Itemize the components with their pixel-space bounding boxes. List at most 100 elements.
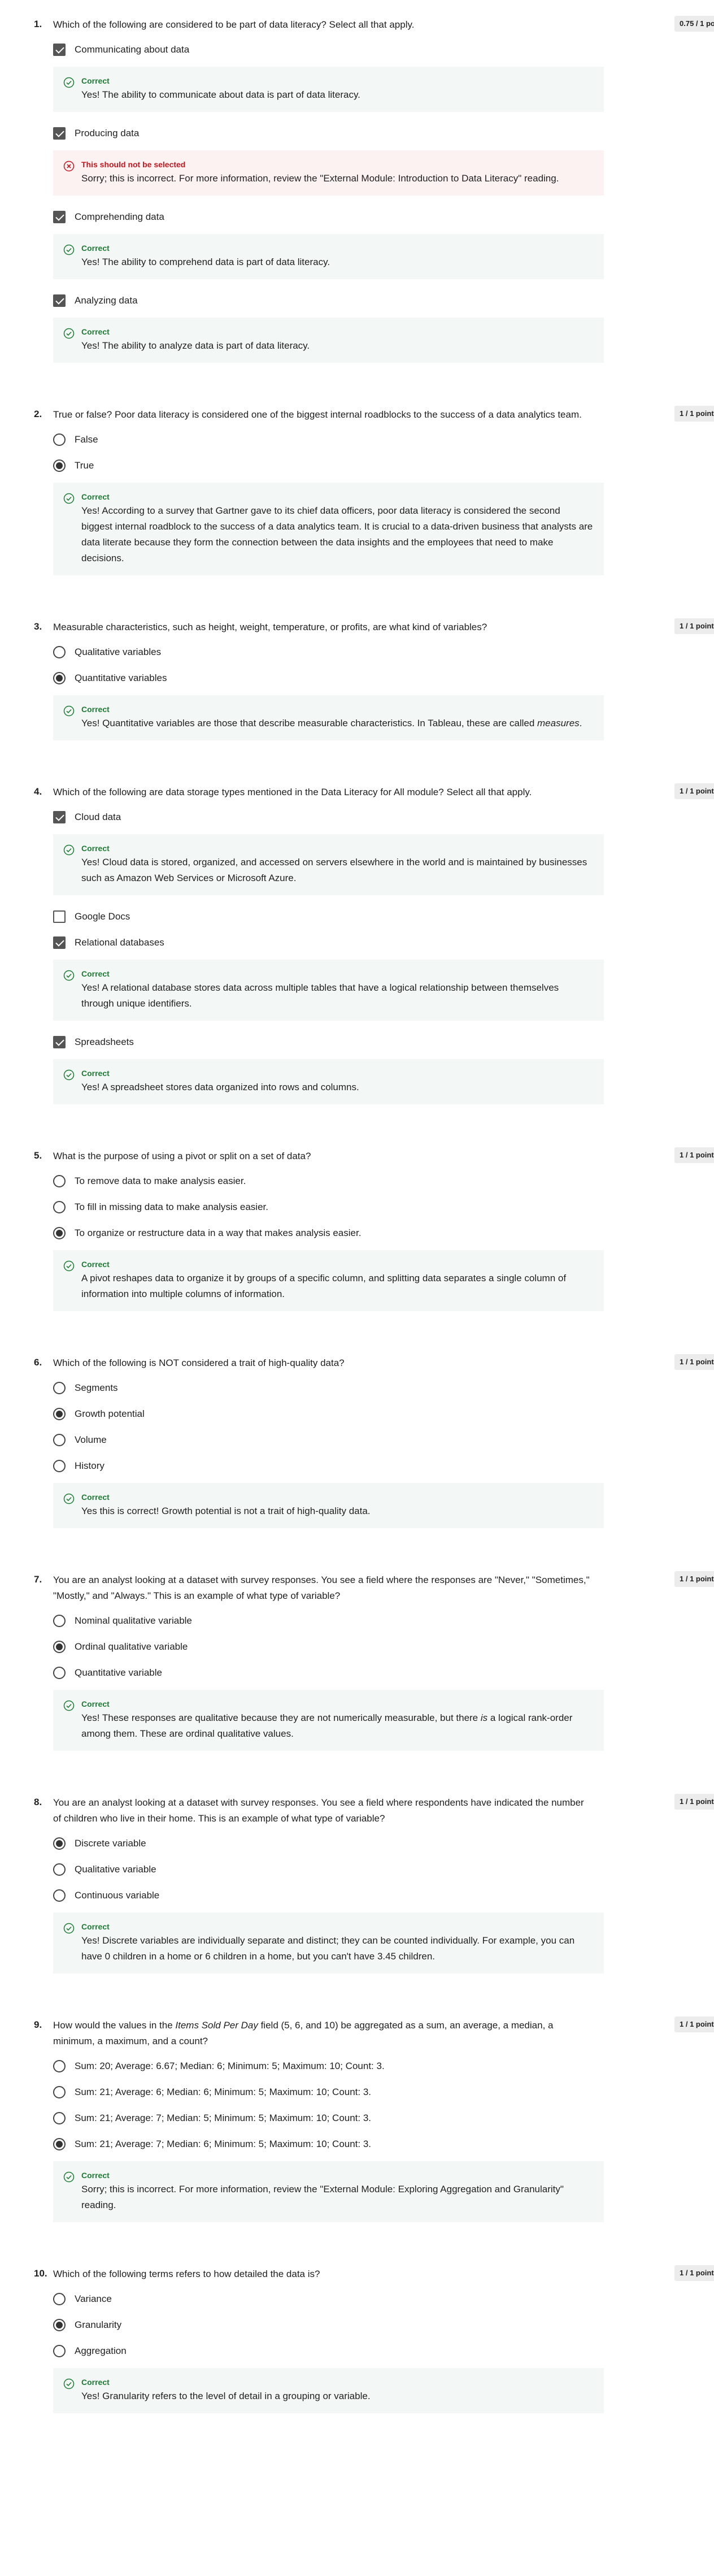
points-badge: 0.75 / 1 point bbox=[674, 16, 714, 32]
option-label: Sum: 21; Average: 7; Median: 5; Minimum:… bbox=[75, 2113, 372, 2123]
points-badge: 1 / 1 point bbox=[674, 1571, 714, 1587]
points-badge: 1 / 1 point bbox=[674, 783, 714, 799]
option-google-docs[interactable]: Google Docs bbox=[53, 908, 499, 926]
option-label: Comprehending data bbox=[75, 211, 164, 222]
option-label: Nominal qualitative variable bbox=[75, 1615, 192, 1626]
checkbox-checked[interactable] bbox=[53, 127, 66, 140]
question-number: 9. bbox=[34, 2019, 42, 2030]
option-discrete-variable[interactable]: Discrete variable bbox=[53, 1835, 499, 1853]
radio-button[interactable] bbox=[53, 1615, 66, 1627]
radio-button[interactable] bbox=[53, 1382, 66, 1394]
option-label: To fill in missing data to make analysis… bbox=[75, 1202, 268, 1212]
option-granularity[interactable]: Granularity bbox=[53, 2316, 499, 2334]
option-history[interactable]: History bbox=[53, 1457, 499, 1475]
option-growth-potential[interactable]: Growth potential bbox=[53, 1405, 499, 1423]
feedback-correct: Correct Yes! A spreadsheet stores data o… bbox=[53, 1059, 604, 1104]
question-7: 7. You are an analyst looking at a datas… bbox=[0, 1571, 714, 1751]
option-sum-20[interactable]: Sum: 20; Average: 6.67; Median: 6; Minim… bbox=[53, 2057, 499, 2075]
radio-button[interactable] bbox=[53, 1863, 66, 1876]
option-volume[interactable]: Volume bbox=[53, 1431, 499, 1449]
feedback-correct: Correct Yes! The ability to communicate … bbox=[53, 67, 604, 112]
option-segments[interactable]: Segments bbox=[53, 1379, 499, 1397]
feedback-text: Yes! A relational database stores data a… bbox=[81, 982, 559, 1009]
checkbox-checked[interactable] bbox=[53, 44, 66, 56]
check-circle-icon bbox=[63, 328, 75, 339]
option-qualitative-variables[interactable]: Qualitative variables bbox=[53, 643, 499, 661]
option-fill-missing-data[interactable]: To fill in missing data to make analysis… bbox=[53, 1198, 499, 1216]
checkbox-checked[interactable] bbox=[53, 811, 66, 823]
question-2: 2. True or false? Poor data literacy is … bbox=[0, 406, 714, 575]
option-spreadsheets[interactable]: Spreadsheets bbox=[53, 1033, 499, 1051]
option-label: Aggregation bbox=[75, 2345, 127, 2356]
option-continuous-variable[interactable]: Continuous variable bbox=[53, 1887, 499, 1905]
checkbox-unchecked[interactable] bbox=[53, 910, 66, 923]
option-remove-data[interactable]: To remove data to make analysis easier. bbox=[53, 1172, 499, 1190]
check-circle-icon bbox=[63, 1493, 75, 1504]
option-cloud-data[interactable]: Cloud data bbox=[53, 808, 499, 826]
option-label: To remove data to make analysis easier. bbox=[75, 1176, 246, 1186]
question-header: 6. Which of the following is NOT conside… bbox=[34, 1354, 714, 1371]
option-true[interactable]: True bbox=[53, 457, 499, 475]
radio-button[interactable] bbox=[53, 1889, 66, 1902]
option-variance[interactable]: Variance bbox=[53, 2290, 499, 2308]
option-relational-databases[interactable]: Relational databases bbox=[53, 934, 499, 952]
radio-button[interactable] bbox=[53, 2112, 66, 2124]
radio-button[interactable] bbox=[53, 2060, 66, 2072]
radio-button-selected[interactable] bbox=[53, 459, 66, 472]
radio-button-selected[interactable] bbox=[53, 2138, 66, 2150]
option-quantitative-variable[interactable]: Quantitative variable bbox=[53, 1664, 499, 1682]
feedback-correct: Correct Yes! These responses are qualita… bbox=[53, 1690, 604, 1751]
radio-button-selected[interactable] bbox=[53, 1837, 66, 1850]
option-qualitative-variable[interactable]: Qualitative variable bbox=[53, 1861, 499, 1879]
question-prompt: Which of the following is NOT considered… bbox=[53, 1358, 345, 1368]
option-label: To organize or restructure data in a way… bbox=[75, 1228, 362, 1238]
question-prompt: How would the values in the Items Sold P… bbox=[53, 2018, 593, 2049]
radio-button[interactable] bbox=[53, 2293, 66, 2305]
option-sum-21-median-5[interactable]: Sum: 21; Average: 7; Median: 5; Minimum:… bbox=[53, 2109, 499, 2127]
radio-button-selected[interactable] bbox=[53, 1641, 66, 1653]
prompt-field-name: Items Sold Per Day bbox=[175, 2020, 258, 2031]
question-prompt: Which of the following terms refers to h… bbox=[53, 2269, 320, 2279]
question-prompt: You are an analyst looking at a dataset … bbox=[53, 1575, 590, 1601]
radio-button[interactable] bbox=[53, 646, 66, 658]
checkbox-checked[interactable] bbox=[53, 1036, 66, 1048]
feedback-title: Correct bbox=[81, 2378, 110, 2387]
radio-button-selected[interactable] bbox=[53, 1408, 66, 1420]
option-quantitative-variables[interactable]: Quantitative variables bbox=[53, 669, 499, 687]
option-label: History bbox=[75, 1460, 105, 1471]
feedback-title: Correct bbox=[81, 2171, 110, 2180]
checkbox-checked[interactable] bbox=[53, 936, 66, 949]
option-aggregation[interactable]: Aggregation bbox=[53, 2342, 499, 2360]
check-circle-icon bbox=[63, 1069, 75, 1081]
radio-button[interactable] bbox=[53, 1667, 66, 1679]
checkbox-checked[interactable] bbox=[53, 211, 66, 223]
option-comprehending-data[interactable]: Comprehending data bbox=[53, 208, 499, 226]
feedback-text: Yes! These responses are qualitative bec… bbox=[81, 1710, 594, 1742]
option-producing-data[interactable]: Producing data bbox=[53, 124, 499, 142]
radio-button[interactable] bbox=[53, 2345, 66, 2357]
option-sum-21-average-6[interactable]: Sum: 21; Average: 6; Median: 6; Minimum:… bbox=[53, 2083, 499, 2101]
points-badge: 1 / 1 point bbox=[674, 618, 714, 634]
radio-button-selected[interactable] bbox=[53, 1227, 66, 1239]
option-organize-restructure[interactable]: To organize or restructure data in a way… bbox=[53, 1224, 499, 1242]
option-analyzing-data[interactable]: Analyzing data bbox=[53, 292, 499, 310]
radio-button[interactable] bbox=[53, 2086, 66, 2098]
check-circle-icon bbox=[63, 1260, 75, 1272]
option-ordinal-qualitative[interactable]: Ordinal qualitative variable bbox=[53, 1638, 499, 1656]
radio-button[interactable] bbox=[53, 433, 66, 446]
option-communicating-about-data[interactable]: Communicating about data bbox=[53, 41, 499, 59]
radio-button-selected[interactable] bbox=[53, 2319, 66, 2331]
feedback-text: Yes! The ability to comprehend data is p… bbox=[81, 257, 330, 267]
option-nominal-qualitative[interactable]: Nominal qualitative variable bbox=[53, 1612, 499, 1630]
question-8: 8. You are an analyst looking at a datas… bbox=[0, 1794, 714, 1974]
radio-button[interactable] bbox=[53, 1201, 66, 1213]
radio-button-selected[interactable] bbox=[53, 672, 66, 684]
option-label: Spreadsheets bbox=[75, 1037, 134, 1047]
checkbox-checked[interactable] bbox=[53, 294, 66, 307]
radio-button[interactable] bbox=[53, 1175, 66, 1187]
feedback-title: Correct bbox=[81, 1493, 110, 1502]
option-false[interactable]: False bbox=[53, 431, 499, 449]
option-sum-21-median-6[interactable]: Sum: 21; Average: 7; Median: 6; Minimum:… bbox=[53, 2135, 499, 2153]
radio-button[interactable] bbox=[53, 1434, 66, 1446]
radio-button[interactable] bbox=[53, 1460, 66, 1472]
